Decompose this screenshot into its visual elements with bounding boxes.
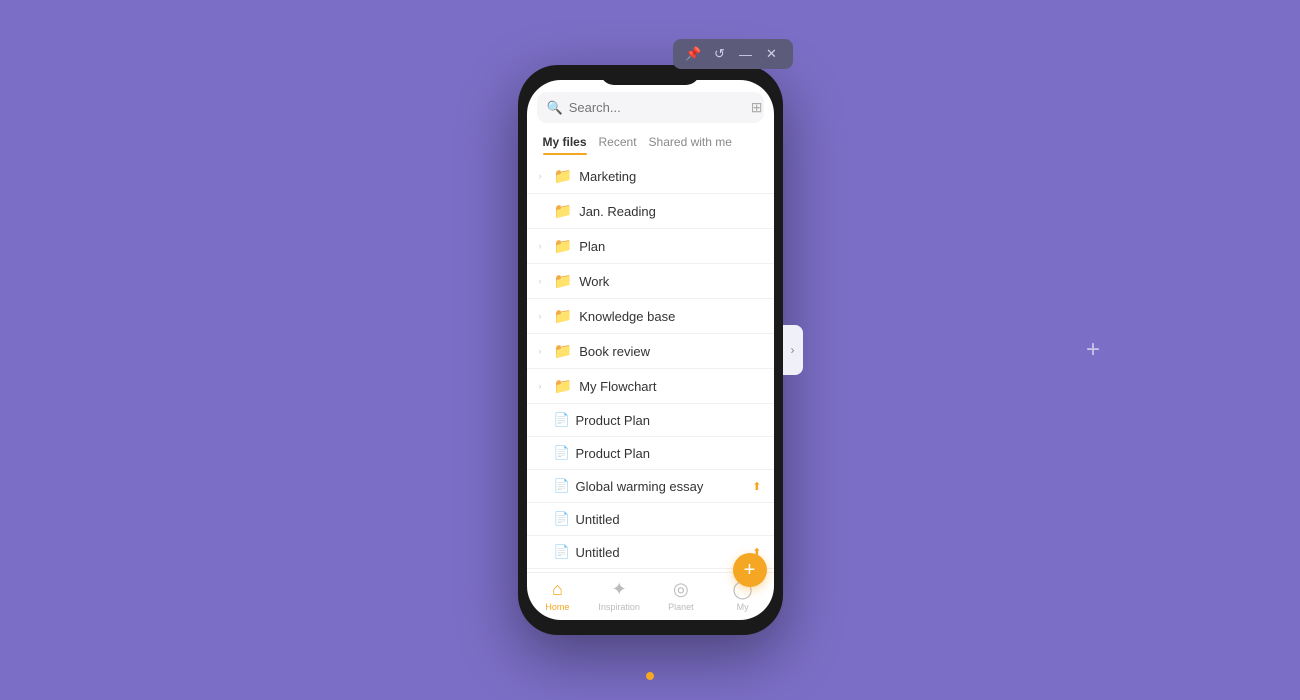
folder-icon: 📁 bbox=[554, 342, 573, 360]
nav-planet-label: Planet bbox=[668, 602, 694, 612]
phone-container: 📌 ↺ — ✕ › 🔍 ⊞ My files Recent Shared wit… bbox=[518, 65, 783, 635]
add-fab-button[interactable]: + bbox=[733, 553, 767, 587]
file-name-label: Work bbox=[579, 274, 761, 289]
file-name-label: Jan. Reading bbox=[579, 204, 761, 219]
chevron-right-icon: › bbox=[539, 346, 547, 356]
chevron-right-icon: › bbox=[539, 171, 547, 181]
orange-indicator-dot bbox=[646, 672, 654, 680]
tab-recent[interactable]: Recent bbox=[593, 131, 643, 153]
list-item[interactable]: 📄 Untitled bbox=[527, 503, 774, 536]
list-item[interactable]: › 📁 Book review bbox=[527, 334, 774, 369]
file-name-label: Untitled bbox=[576, 512, 762, 527]
document-icon: 📄 bbox=[554, 445, 569, 461]
folder-icon: 📁 bbox=[554, 307, 573, 325]
chevron-right-icon: › bbox=[539, 311, 547, 321]
tab-my-files[interactable]: My files bbox=[537, 131, 593, 153]
list-item[interactable]: 📁 Jan. Reading bbox=[527, 194, 774, 229]
minimize-button[interactable]: — bbox=[735, 43, 757, 65]
list-item[interactable]: 📄 Global warming essay ⬆ bbox=[527, 470, 774, 503]
folder-icon: 📁 bbox=[554, 237, 573, 255]
folder-icon: 📁 bbox=[554, 202, 573, 220]
tab-bar: My files Recent Shared with me bbox=[527, 131, 774, 153]
window-controls-bar: 📌 ↺ — ✕ bbox=[673, 39, 793, 69]
home-icon: ⌂ bbox=[552, 579, 563, 600]
file-name-label: Book review bbox=[579, 344, 761, 359]
folder-icon: 📁 bbox=[554, 272, 573, 290]
file-name-label: Untitled bbox=[576, 545, 746, 560]
file-name-label: Knowledge base bbox=[579, 309, 761, 324]
list-item[interactable]: 📄 Product Plan bbox=[527, 437, 774, 470]
grid-view-icon[interactable]: ⊞ bbox=[751, 99, 763, 116]
planet-icon: ◎ bbox=[673, 579, 689, 600]
search-icon: 🔍 bbox=[547, 100, 563, 116]
list-item[interactable]: › 📁 Marketing bbox=[527, 159, 774, 194]
chevron-right-icon: › bbox=[539, 241, 547, 251]
file-name-label: Marketing bbox=[579, 169, 761, 184]
list-item[interactable]: › 📁 Plan bbox=[527, 229, 774, 264]
share-icon: ⬆ bbox=[752, 480, 761, 493]
file-name-label: Product Plan bbox=[576, 413, 762, 428]
folder-icon: 📁 bbox=[554, 167, 573, 185]
folder-icon: 📁 bbox=[554, 377, 573, 395]
document-icon: 📄 bbox=[554, 544, 569, 560]
file-list: › 📁 Marketing 📁 Jan. Reading › 📁 Plan › … bbox=[527, 159, 774, 572]
list-item[interactable]: 📄 Product Plan bbox=[527, 404, 774, 437]
nav-home-label: Home bbox=[545, 602, 569, 612]
document-icon: 📄 bbox=[554, 511, 569, 527]
chevron-right-icon: › bbox=[539, 381, 547, 391]
file-name-label: Product Plan bbox=[576, 446, 762, 461]
phone-screen: 🔍 ⊞ My files Recent Shared with me › 📁 M… bbox=[527, 80, 774, 620]
history-button[interactable]: ↺ bbox=[709, 43, 731, 65]
nav-home[interactable]: ⌂ Home bbox=[527, 579, 589, 612]
nav-inspiration-label: Inspiration bbox=[598, 602, 640, 612]
inspiration-icon: ✦ bbox=[612, 579, 627, 600]
nav-my-label: My bbox=[737, 602, 749, 612]
list-item[interactable]: › 📁 Work bbox=[527, 264, 774, 299]
file-name-label: Plan bbox=[579, 239, 761, 254]
document-icon: 📄 bbox=[554, 478, 569, 494]
nav-planet[interactable]: ◎ Planet bbox=[650, 579, 712, 612]
search-input[interactable] bbox=[569, 100, 745, 115]
file-name-label: My Flowchart bbox=[579, 379, 761, 394]
canvas-plus-icon[interactable]: + bbox=[1086, 336, 1100, 364]
list-item[interactable]: › 📁 Knowledge base bbox=[527, 299, 774, 334]
list-item[interactable]: › 📁 My Flowchart bbox=[527, 369, 774, 404]
tab-shared-with-me[interactable]: Shared with me bbox=[643, 131, 738, 153]
search-bar[interactable]: 🔍 ⊞ bbox=[537, 92, 764, 123]
close-button[interactable]: ✕ bbox=[761, 43, 783, 65]
nav-inspiration[interactable]: ✦ Inspiration bbox=[588, 579, 650, 612]
file-name-label: Global warming essay bbox=[576, 479, 746, 494]
pin-button[interactable]: 📌 bbox=[683, 43, 705, 65]
document-icon: 📄 bbox=[554, 412, 569, 428]
chevron-right-icon: › bbox=[539, 276, 547, 286]
right-expand-tab[interactable]: › bbox=[783, 325, 803, 375]
